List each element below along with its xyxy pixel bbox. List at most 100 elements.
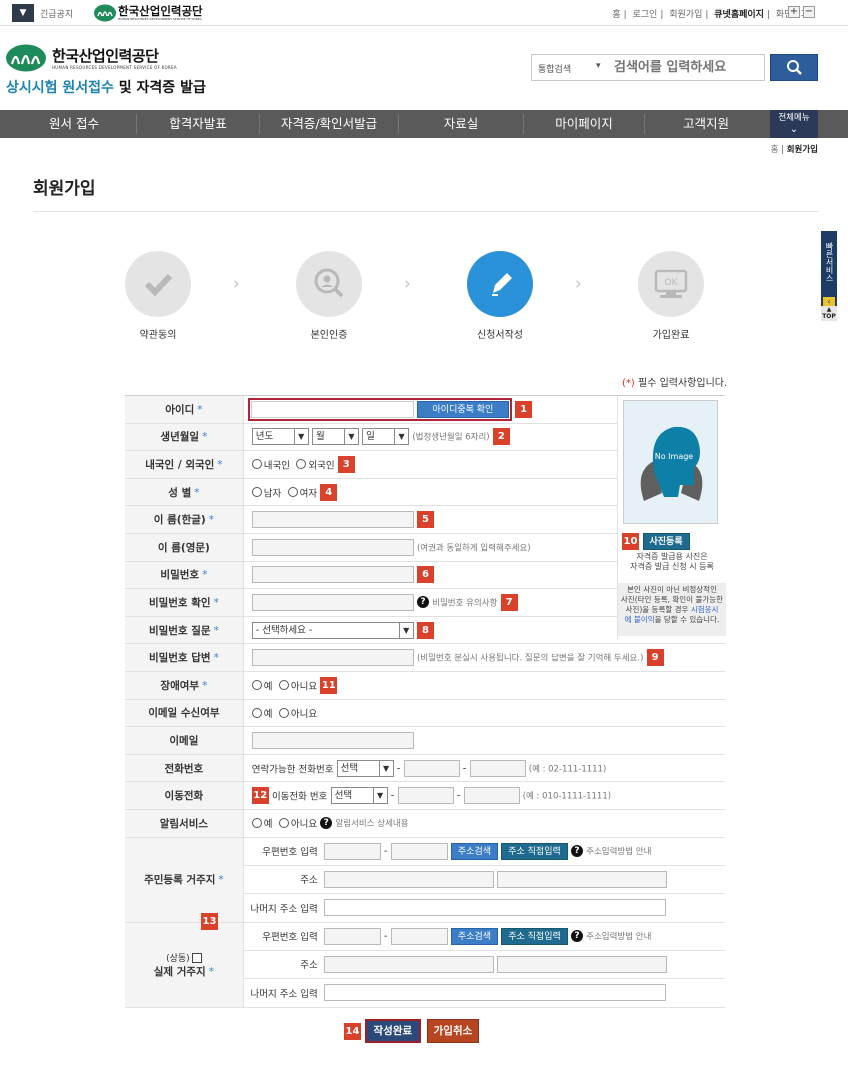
reg-addr1-input[interactable]	[323, 870, 494, 888]
real-zip-label: 우편번호 입력	[262, 932, 318, 943]
reg-zip2-input[interactable]	[390, 842, 448, 860]
help-icon[interactable]: ?	[416, 596, 429, 609]
photo-register-button[interactable]: 사진등록	[642, 533, 690, 550]
reg-rest-input[interactable]	[323, 899, 666, 916]
gender-male-radio[interactable]	[251, 487, 262, 498]
pw-question-label: 비밀번호 질문 *	[125, 616, 244, 645]
disability-no-radio[interactable]	[278, 680, 289, 691]
help-icon[interactable]: ?	[320, 817, 333, 830]
notify-detail-link[interactable]: 알림서비스 상세내용	[335, 819, 408, 829]
top-logo[interactable]: 한국산업인력공단 HUMAN RESOURCES DEVELOPMENT SER…	[94, 3, 214, 23]
top-utility-bar: ▼ 긴급공지 한국산업인력공단 HUMAN RESOURCES DEVELOPM…	[0, 0, 848, 26]
real-rest-input[interactable]	[323, 984, 666, 1001]
nation-local-radio[interactable]	[251, 459, 262, 470]
join-link[interactable]: 회원가입	[669, 10, 702, 20]
nav-apply[interactable]: 원서 접수	[12, 110, 136, 138]
phone-last-input[interactable]	[469, 759, 526, 777]
same-checkbox[interactable]	[191, 952, 202, 963]
hrdk-logo-icon[interactable]	[6, 44, 46, 72]
qnet-link[interactable]: 큐넷홈페이지	[714, 10, 764, 20]
nation-foreign-label: 외국인	[308, 460, 335, 472]
breadcrumb-home[interactable]: 홈	[771, 145, 779, 155]
reg-address-direct-button[interactable]: 주소 직접입력	[501, 842, 568, 860]
birth-year-select[interactable]: 년도 ▼	[251, 428, 309, 446]
real-rest-label: 나머지 주소 입력	[250, 988, 318, 1000]
help-icon[interactable]: ?	[570, 930, 583, 942]
password-notice-link[interactable]: 비밀번호 유의사항	[432, 598, 497, 608]
search-input[interactable]	[614, 60, 754, 75]
search-scope-select[interactable]: 통합검색	[538, 62, 571, 75]
search-button[interactable]	[770, 54, 818, 81]
mobile-mid-input[interactable]	[397, 787, 454, 805]
badge-12: 12	[251, 787, 269, 805]
email-recv-no-radio[interactable]	[278, 707, 289, 718]
name-ko-input[interactable]	[251, 511, 414, 529]
submit-button[interactable]: 작성완료	[364, 1019, 422, 1043]
login-link[interactable]: 로그인	[633, 10, 658, 20]
nation-foreign-radio[interactable]	[296, 459, 307, 470]
chevron-right-icon: ›	[404, 274, 411, 294]
password-confirm-input[interactable]	[251, 593, 414, 611]
birth-day-select[interactable]: 일 ▼	[362, 428, 410, 446]
svg-text:OK: OK	[665, 278, 679, 288]
nav-mypage[interactable]: 마이페이지	[524, 110, 644, 138]
home-link[interactable]: 홈	[612, 10, 620, 20]
real-addr1-input[interactable]	[323, 955, 494, 973]
badge-2: 2	[492, 428, 510, 446]
subtitle-highlight: 상시시험 원서접수	[6, 80, 114, 96]
birth-month-select[interactable]: 월 ▼	[311, 428, 359, 446]
reg-zip1-input[interactable]	[323, 842, 381, 860]
notify-no-radio[interactable]	[278, 818, 289, 829]
pw-answer-input[interactable]	[251, 649, 414, 667]
password-input[interactable]	[251, 566, 414, 584]
photo-warning: 본인 사진이 아닌 비정상적인 사진(타인 등록, 확인이 불가능한 사진)을 등록…	[618, 583, 726, 636]
cancel-button[interactable]: 가입취소	[426, 1019, 480, 1043]
real-addr2-input[interactable]	[496, 955, 667, 973]
name-en-input[interactable]	[251, 538, 414, 556]
id-check-button[interactable]: 아이디중복 확인	[416, 400, 509, 418]
email-recv-yes-radio[interactable]	[251, 707, 262, 718]
real-address-direct-button[interactable]: 주소 직접입력	[501, 927, 568, 945]
nav-library[interactable]: 자료실	[399, 110, 523, 138]
real-zip1-input[interactable]	[323, 927, 381, 945]
step-verify-icon	[296, 251, 362, 317]
real-address-label: (상동) 실제 거주지 *	[125, 922, 244, 1008]
phone-mid-input[interactable]	[403, 759, 460, 777]
reg-address-search-button[interactable]: 주소검색	[450, 842, 499, 860]
notify-yes-radio[interactable]	[251, 818, 262, 829]
zoom-in-button[interactable]: +	[788, 6, 800, 18]
search-box: 통합검색 ▾	[531, 54, 765, 81]
reg-address-guide-link[interactable]: 주소입력방법 안내	[586, 845, 651, 857]
real-address-guide-link[interactable]: 주소입력방법 안내	[586, 930, 651, 942]
real-zip2-input[interactable]	[390, 927, 448, 945]
help-icon[interactable]: ?	[570, 845, 583, 857]
reg-addr2-input[interactable]	[496, 870, 667, 888]
mobile-prefix-select[interactable]: 선택 ▼	[330, 787, 388, 805]
chevron-down-icon[interactable]: ▼	[12, 4, 34, 22]
all-menu-button[interactable]: 전체메뉴 ⌄	[770, 110, 818, 138]
id-input[interactable]	[250, 400, 414, 418]
name-ko-label: 이 름(한글) *	[125, 505, 244, 534]
nav-certificates[interactable]: 자격증/확인서발급	[260, 110, 398, 138]
email-input[interactable]	[251, 731, 414, 749]
same-label: (상동)	[166, 953, 190, 964]
pw-question-select[interactable]: - 선택하세요 - ▼	[251, 621, 414, 639]
disability-yes-radio[interactable]	[251, 680, 262, 691]
real-address-search-button[interactable]: 주소검색	[450, 927, 499, 945]
nav-support[interactable]: 고객지원	[645, 110, 767, 138]
phone-area-select[interactable]: 선택 ▼	[336, 759, 394, 777]
chevron-down-icon: ▼	[394, 429, 408, 445]
gender-female-radio[interactable]	[287, 487, 298, 498]
email-recv-yes-label: 예	[263, 708, 273, 720]
mobile-last-input[interactable]	[463, 787, 520, 805]
nav-results[interactable]: 합격자발표	[137, 110, 259, 138]
form-actions: 14 작성완료 가입취소	[344, 1019, 480, 1043]
urgent-notice-link[interactable]: 긴급공지	[40, 7, 73, 20]
zoom-out-button[interactable]: −	[803, 6, 815, 18]
chevron-down-icon: ⌄	[789, 124, 799, 135]
password-label: 비밀번호 *	[125, 561, 244, 590]
step-label-verify: 본인인증	[310, 330, 348, 341]
chevron-down-icon: ▾	[596, 61, 601, 71]
top-button[interactable]: ▲ TOP	[821, 306, 837, 321]
gender-male-label: 남자	[263, 488, 282, 500]
